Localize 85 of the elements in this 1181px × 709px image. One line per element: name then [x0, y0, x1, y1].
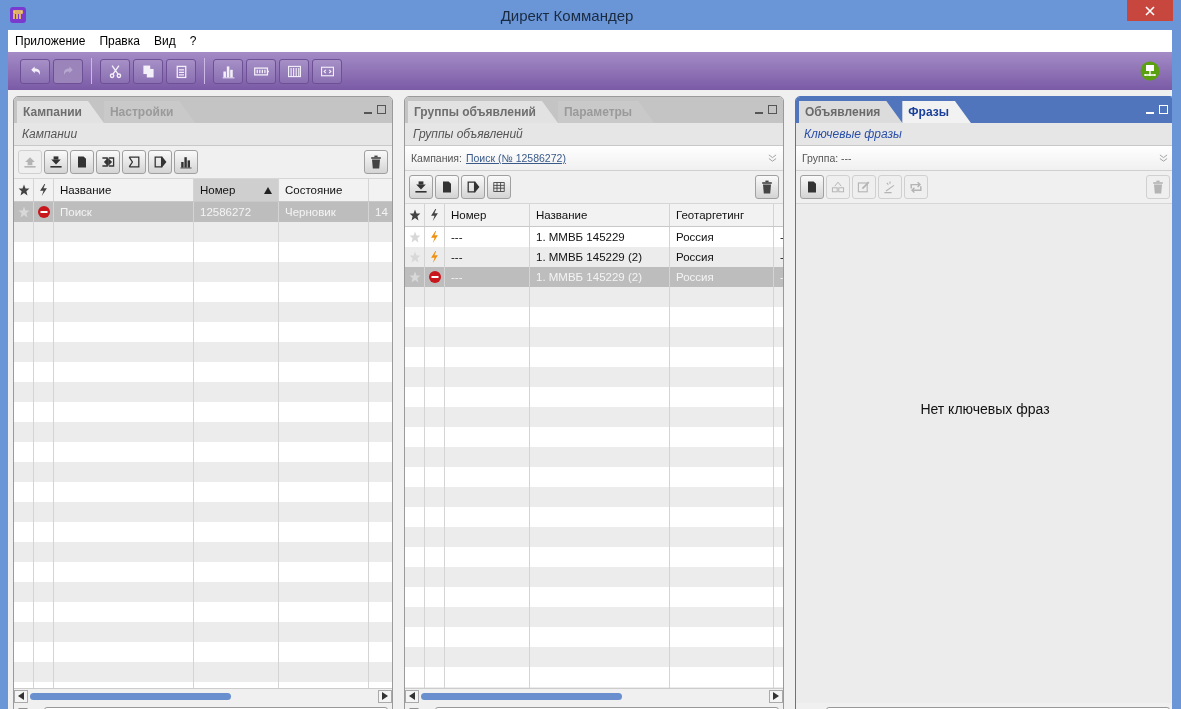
toolbar-button[interactable] — [409, 175, 433, 199]
edit-icon — [856, 179, 872, 195]
close-button[interactable] — [1127, 0, 1173, 21]
menu-item[interactable]: Вид — [153, 34, 176, 48]
column-header[interactable]: Номер — [194, 179, 279, 201]
scroll-right-icon[interactable] — [773, 692, 779, 700]
scroll-left-icon[interactable] — [409, 692, 415, 700]
window-controls-icon[interactable] — [755, 105, 779, 115]
column-label: Название — [60, 184, 112, 196]
star-icon — [408, 231, 421, 243]
toolbar-button[interactable] — [279, 58, 309, 84]
table-row[interactable]: --- 1. ММВБ 145229 (2) Россия - — [405, 247, 783, 267]
trash-icon — [1150, 179, 1166, 195]
horizontal-scrollbar[interactable] — [405, 688, 783, 703]
toolbar-button[interactable] — [96, 150, 120, 174]
toolbar-button[interactable] — [122, 150, 146, 174]
trash-icon — [759, 179, 775, 195]
toolbar-button[interactable] — [461, 175, 485, 199]
filter-label: Кампания: — [411, 152, 462, 164]
down-icon — [413, 179, 429, 195]
window-controls-icon[interactable] — [1146, 105, 1170, 115]
down-icon — [48, 154, 64, 170]
panel-tab[interactable]: Объявления — [799, 101, 903, 123]
star-icon — [17, 206, 30, 218]
panel-subtitle: Кампании — [14, 123, 392, 146]
column-label: Состояние — [285, 184, 343, 196]
menu-item[interactable]: ? — [189, 34, 197, 48]
toolbar-button[interactable] — [20, 58, 50, 84]
repeat-icon — [908, 179, 924, 195]
toolbar-button[interactable] — [246, 58, 276, 84]
column-header[interactable]: Состояние — [279, 179, 369, 201]
campaign-link[interactable]: Поиск (№ 12586272) — [465, 152, 566, 164]
toolbar-button[interactable] — [800, 175, 824, 199]
next-icon — [152, 154, 168, 170]
panel-tab[interactable]: Кампании — [17, 101, 104, 123]
toolbar-button[interactable] — [487, 175, 511, 199]
tag-icon — [126, 154, 142, 170]
split-icon — [100, 154, 116, 170]
star-icon — [408, 271, 421, 283]
panel-subtitle: Ключевые фразы — [796, 123, 1172, 146]
column-label: Название — [536, 209, 588, 221]
scroll-left-icon[interactable] — [18, 692, 24, 700]
toolbar-button[interactable] — [312, 58, 342, 84]
toolbar-button[interactable] — [70, 150, 94, 174]
menu-item[interactable]: Правка — [99, 34, 140, 48]
toolbar-button[interactable] — [166, 58, 196, 84]
lightning-icon — [430, 209, 439, 221]
delete-button[interactable] — [755, 175, 779, 199]
empty-message: Нет ключевых фраз — [920, 400, 1050, 417]
column-label: Номер — [451, 209, 487, 221]
column-header[interactable]: Название — [530, 204, 670, 226]
column-label: Номер — [200, 184, 236, 196]
toolbar-button[interactable] — [100, 58, 130, 84]
trash-icon — [368, 154, 384, 170]
toolbar-button[interactable] — [174, 150, 198, 174]
star-icon — [408, 209, 421, 221]
toolbar-button[interactable] — [148, 150, 172, 174]
horizontal-scrollbar[interactable] — [14, 688, 392, 703]
window-controls-icon[interactable] — [364, 105, 388, 115]
delete-button[interactable] — [364, 150, 388, 174]
close-icon — [1145, 5, 1155, 16]
star-icon — [17, 184, 30, 196]
window-title: Директ Коммандер — [500, 6, 634, 24]
scrollbar-thumb[interactable] — [30, 692, 231, 700]
toolbar-button[interactable] — [435, 175, 459, 199]
panel-subtitle: Группы объявлений — [405, 123, 783, 146]
sort-ascending-icon — [264, 186, 272, 194]
network-icon[interactable] — [1140, 61, 1160, 81]
menu-item[interactable]: Приложение — [15, 34, 86, 48]
toolbar-button[interactable] — [213, 58, 243, 84]
column-label: Геотаргетинг — [676, 209, 745, 221]
toolbar-button[interactable] — [44, 150, 68, 174]
grid-icon — [491, 179, 507, 195]
panel-tab[interactable]: Группы объявлений — [408, 101, 558, 123]
column-header[interactable]: Геотаргетинг — [670, 204, 774, 226]
column-header[interactable]: Номер — [445, 204, 530, 226]
lightning-icon — [39, 184, 48, 196]
scrollbar-thumb[interactable] — [421, 692, 622, 700]
keys-icon — [830, 179, 846, 195]
filter-label: Группа: --- — [802, 152, 852, 164]
toolbar-button[interactable] — [133, 58, 163, 84]
next-icon — [465, 179, 481, 195]
scroll-right-icon[interactable] — [382, 692, 388, 700]
panel-tab[interactable]: Фразы — [902, 101, 971, 123]
app-logo-icon — [9, 6, 27, 24]
